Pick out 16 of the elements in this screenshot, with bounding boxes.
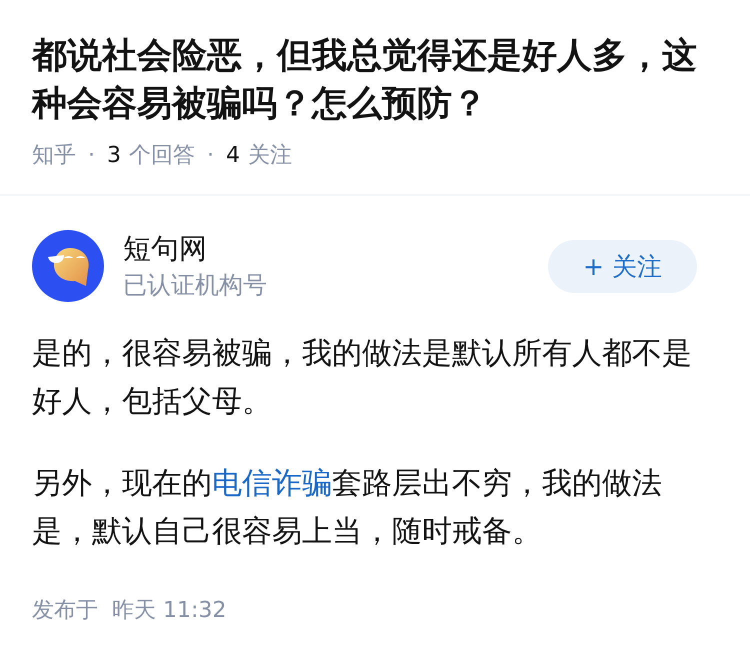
- meta-count: 3: [107, 142, 121, 170]
- meta-label: 知乎: [32, 142, 76, 170]
- meta-count: 4: [226, 142, 240, 170]
- answer-paragraph: 另外，现在的电信诈骗套路层出不穷，我的做法是，默认自己很容易上当，随时戒备。: [32, 465, 663, 551]
- meta-label: 关注: [248, 142, 292, 170]
- answer-paragraph: 是的，很容易被骗，我的做法是默认所有人都不是好人，包括父母。: [32, 335, 693, 421]
- avatar-icon: [32, 230, 104, 302]
- question-title: 都说社会险恶，但我总觉得还是好人多，这种会容易被骗吗？怎么预防？: [32, 35, 698, 126]
- author-name: 短句网: [123, 231, 207, 267]
- publish-time: 发布于 昨天 11:32: [32, 597, 226, 625]
- separator-dot: ·: [207, 142, 214, 170]
- verification-label: 已认证机构号: [123, 270, 267, 301]
- text-link[interactable]: 电信诈骗: [212, 466, 332, 501]
- meta-label: 个回答: [129, 142, 195, 170]
- follow-button[interactable]: + 关注: [548, 240, 697, 292]
- separator-dot: ·: [88, 142, 95, 170]
